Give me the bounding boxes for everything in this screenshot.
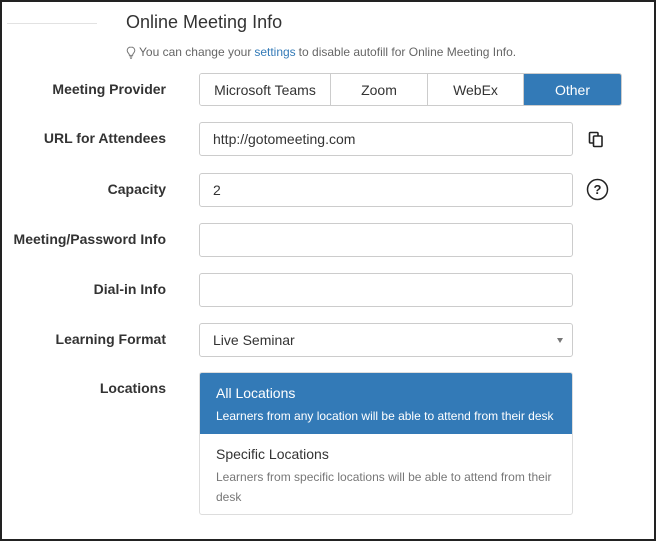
section-title: Online Meeting Info	[126, 12, 283, 32]
svg-text:?: ?	[594, 182, 602, 197]
capacity-label: Capacity	[107, 181, 166, 197]
provider-option-webex[interactable]: WebEx	[428, 74, 524, 105]
hint-text-suffix: to disable autofill for Online Meeting I…	[298, 45, 517, 59]
question-circle-icon[interactable]: ?	[586, 178, 609, 201]
password-info-input[interactable]	[199, 223, 573, 257]
meeting-info-panel: Online Meeting Info You can change your …	[0, 0, 656, 541]
provider-option-zoom[interactable]: Zoom	[331, 74, 428, 105]
dialin-info-label: Dial-in Info	[93, 281, 166, 297]
dialin-info-input[interactable]	[199, 273, 573, 307]
location-option-specific-description: Learners from specific locations will be…	[216, 470, 552, 504]
copy-icon[interactable]	[588, 131, 604, 148]
caret-down-icon	[557, 338, 563, 343]
autofill-hint: You can change your settings to disable …	[126, 45, 516, 59]
location-option-all-title: All Locations	[216, 385, 296, 401]
learning-format-select[interactable]: Live Seminar	[199, 323, 573, 357]
url-input[interactable]: http://gotomeeting.com	[199, 122, 573, 156]
lightbulb-icon	[126, 45, 136, 59]
provider-option-other[interactable]: Other	[524, 74, 621, 105]
meeting-provider-selector: Microsoft Teams Zoom WebEx Other	[199, 73, 622, 106]
url-label: URL for Attendees	[43, 130, 166, 146]
divider	[7, 23, 97, 24]
capacity-input[interactable]: 2	[199, 173, 573, 207]
learning-format-label: Learning Format	[55, 331, 166, 347]
location-option-all[interactable]: All Locations Learners from any location…	[200, 373, 572, 434]
location-option-specific[interactable]: Specific Locations Learners from specifi…	[200, 434, 572, 507]
provider-option-microsoft-teams[interactable]: Microsoft Teams	[200, 74, 331, 105]
meeting-provider-label: Meeting Provider	[52, 81, 166, 97]
locations-label: Locations	[99, 380, 166, 396]
location-option-specific-title: Specific Locations	[216, 446, 329, 462]
learning-format-value: Live Seminar	[213, 332, 295, 348]
location-option-all-description: Learners from any location will be able …	[216, 409, 554, 423]
settings-link[interactable]: settings	[254, 45, 295, 59]
password-info-label: Meeting/Password Info	[13, 231, 166, 247]
hint-text-prefix: You can change your	[139, 45, 252, 59]
locations-selector: All Locations Learners from any location…	[199, 372, 573, 515]
